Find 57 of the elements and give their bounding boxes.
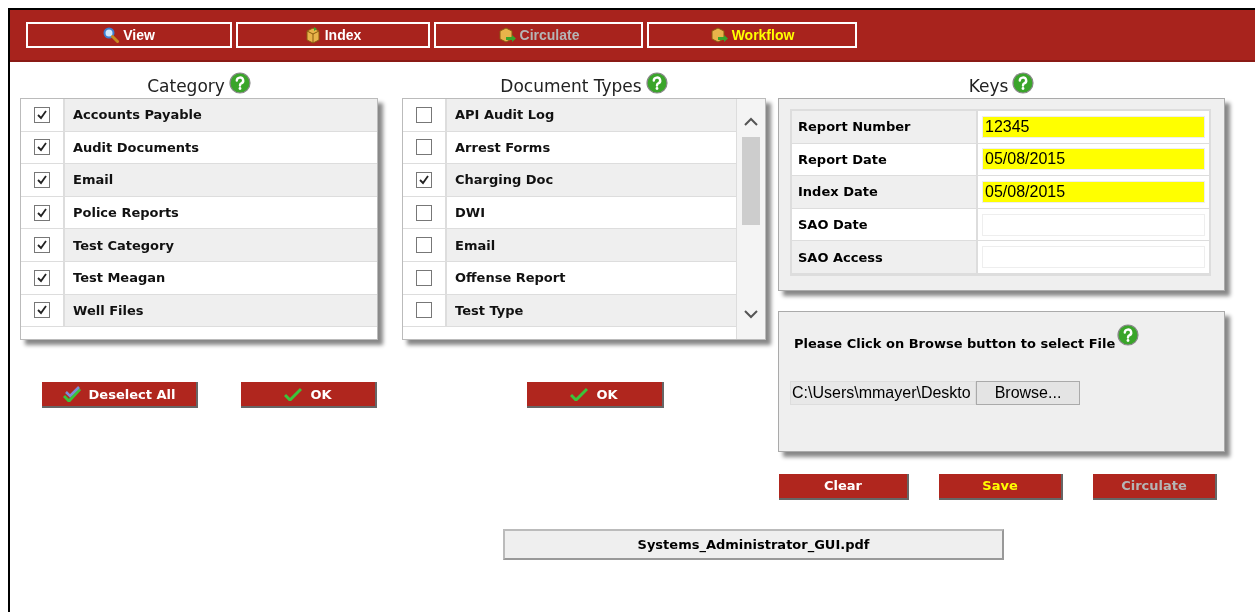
checkbox[interactable] [34,106,50,123]
checkbox[interactable] [34,237,50,254]
section-title: Document Types [500,76,642,96]
section-title: Category [147,76,225,96]
field-label: Report Date [792,143,978,176]
checkbox[interactable] [34,204,50,221]
checkbox[interactable] [416,172,432,188]
magnifier-icon [103,27,120,43]
scroll-thumb[interactable] [742,137,760,225]
checkbox[interactable] [416,302,432,319]
checkbox[interactable] [34,139,50,156]
document-name: Systems_Administrator_GUI.pdf [503,528,1004,560]
file-path-field[interactable]: C:\Users\mmayer\Deskto [790,380,976,405]
list-item-label[interactable]: Well Files [65,294,377,327]
help-icon[interactable] [645,72,668,94]
checkbox[interactable] [34,269,50,286]
section-title: Keys [968,76,1009,96]
list-item-label[interactable]: Test Category [65,229,377,261]
list-item-label[interactable]: API Audit Log [447,99,736,131]
list-item-label[interactable]: Charging Doc [447,164,736,196]
box-arrow-icon [497,27,516,43]
nav-tab[interactable]: Workflow [647,22,857,48]
scrollbar[interactable] [736,99,765,339]
upload-prompt: Please Click on Browse button to select File [794,335,1116,351]
list-item-label[interactable]: Email [65,164,377,196]
checkbox[interactable] [34,172,50,188]
nav-tab[interactable]: View [26,22,232,48]
scroll-up-icon[interactable] [744,117,758,127]
box-icon [304,26,321,44]
help-icon[interactable] [1012,72,1035,94]
scroll-down-icon[interactable] [744,309,758,319]
box-arrow-icon [709,27,728,43]
action-button[interactable]: Save [939,473,1063,500]
double-check-icon [62,386,81,402]
list-item-label[interactable]: Test Type [447,294,736,327]
check-icon [570,387,589,401]
browse-button[interactable]: Browse... [976,380,1080,405]
field-label: SAO Date [792,208,978,241]
key-field[interactable]: 05/08/2015 [982,148,1205,171]
checkbox[interactable] [416,139,432,156]
check-icon [284,387,303,401]
list-item-label[interactable]: Email [447,229,736,261]
checkbox[interactable] [416,106,432,123]
key-field[interactable]: 05/08/2015 [982,181,1205,203]
action-button[interactable]: Clear [779,473,909,500]
checkbox[interactable] [416,237,432,254]
checkbox[interactable] [416,269,432,286]
action-button[interactable]: Deselect All [42,382,198,408]
checkbox[interactable] [34,302,50,319]
checkbox[interactable] [416,204,432,221]
help-icon[interactable] [1117,323,1140,346]
action-button[interactable]: OK [526,382,664,408]
action-button[interactable]: OK [241,382,377,408]
list-item-label[interactable]: Accounts Payable [65,99,377,131]
help-icon[interactable] [228,72,251,94]
nav-tab[interactable]: Index [236,22,430,48]
key-field[interactable]: 12345 [982,115,1205,138]
